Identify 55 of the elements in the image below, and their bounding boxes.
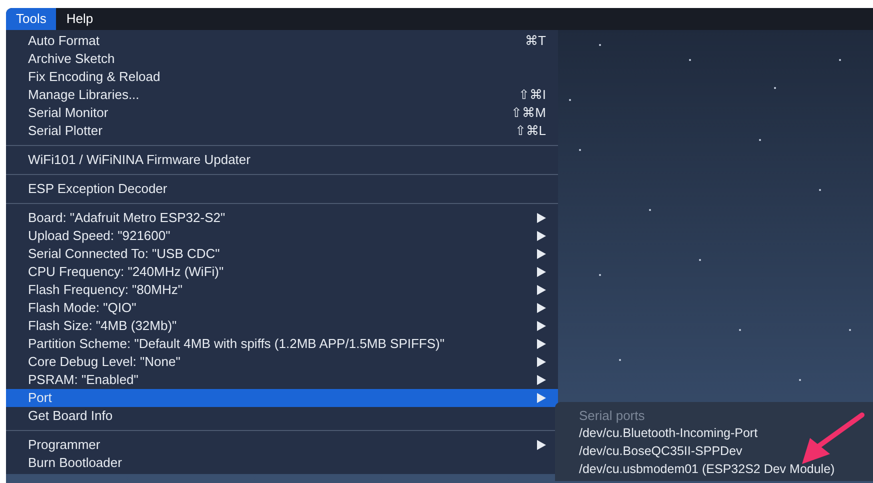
menu-item[interactable]: ESP Exception Decoder <box>6 180 558 198</box>
menu-item[interactable]: Serial Connected To: "USB CDC" <box>6 245 558 263</box>
menu-item[interactable]: Board: "Adafruit Metro ESP32-S2" <box>6 209 558 227</box>
menu-item[interactable]: Manage Libraries... ⇧⌘I <box>6 86 558 104</box>
menu-item[interactable]: Burn Bootloader <box>6 454 558 472</box>
shortcut-label: ⌘T <box>525 32 546 50</box>
menu-item-label: Flash Size: "4MB (32Mb)" <box>28 317 178 336</box>
menu-item-label: Board: "Adafruit Metro ESP32-S2" <box>28 209 226 228</box>
menu-item[interactable]: Fix Encoding & Reload <box>6 68 558 86</box>
shortcut-label: ⇧⌘I <box>518 86 546 104</box>
menu-item-label: Serial Monitor <box>28 104 110 122</box>
menu-item[interactable]: Serial Plotter ⇧⌘L <box>6 122 558 140</box>
menu-item[interactable]: Core Debug Level: "None" <box>6 353 558 371</box>
menu-item[interactable]: Flash Size: "4MB (32Mb)" <box>6 317 558 335</box>
menu-item[interactable]: Partition Scheme: "Default 4MB with spiffs (1.2MB APP/1.5MB SPIFFS)" <box>6 335 558 353</box>
menu-item-label: Get Board Info <box>28 407 114 426</box>
menu-item-label: Archive Sketch <box>28 50 116 68</box>
menu-item[interactable]: CPU Frequency: "240MHz (WiFi)" <box>6 263 558 281</box>
menu-item-label: Partition Scheme: "Default 4MB with spiffs (1.2MB APP/1.5MB SPIFFS)" <box>28 335 446 354</box>
submenu-header: Serial ports <box>579 407 646 424</box>
menu-item[interactable]: PSRAM: "Enabled" <box>6 371 558 389</box>
menu-bar-item[interactable]: Tools <box>6 8 56 30</box>
menu-item-label: WiFi101 / WiFiNINA Firmware Updater <box>28 151 252 170</box>
menu-item[interactable]: WiFi101 / WiFiNINA Firmware Updater <box>6 151 558 169</box>
menu-item[interactable]: Port <box>6 389 558 407</box>
shortcut-label: ⇧⌘M <box>511 104 546 122</box>
pointer-arrow-drawing <box>800 412 866 466</box>
serial-device-entry[interactable]: /dev/cu.Bluetooth-Incoming-Port <box>579 424 873 442</box>
menu-item-label: ESP Exception Decoder <box>28 180 168 198</box>
menu-item[interactable]: Programmer <box>6 436 558 454</box>
menu-item-label: Port <box>28 389 53 408</box>
shortcut-label: ⇧⌘L <box>514 122 546 140</box>
menu-item[interactable]: Serial Monitor ⇧⌘M <box>6 104 558 122</box>
menu-item-label: PSRAM: "Enabled" <box>28 371 140 390</box>
menu-item-label: Programmer <box>28 436 102 454</box>
menu-item[interactable]: Flash Mode: "QIO" <box>6 299 558 317</box>
menu-item[interactable]: Auto Format ⌘T <box>6 32 558 50</box>
menu-item[interactable]: Archive Sketch <box>6 50 558 68</box>
menu-item-label: Fix Encoding & Reload <box>28 68 162 86</box>
menu-item-label: Manage Libraries... <box>28 86 140 104</box>
menu-item-label: Auto Format <box>28 32 101 50</box>
menu-item-label: Flash Frequency: "80MHz" <box>28 281 184 300</box>
menu-item[interactable]: Flash Frequency: "80MHz" <box>6 281 558 299</box>
menu-item-label: CPU Frequency: "240MHz (WiFi)" <box>28 263 225 282</box>
menu-item-label: Flash Mode: "QIO" <box>28 299 138 318</box>
menu-item-label: Serial Connected To: "USB CDC" <box>28 245 221 264</box>
menu-bar-item[interactable]: Help <box>56 8 104 30</box>
serial-device-entry[interactable]: /dev/cu.BoseQC35II-SPPDev <box>579 442 873 460</box>
menu-item-label: Burn Bootloader <box>28 454 123 472</box>
menu-item-label: Core Debug Level: "None" <box>28 353 182 372</box>
menu-item-label: Upload Speed: "921600" <box>28 227 172 246</box>
serial-device-entry[interactable]: /dev/cu.usbmodem01 (ESP32S2 Dev Module) <box>579 460 873 478</box>
menu-item[interactable]: Upload Speed: "921600" <box>6 227 558 245</box>
menu-item-label: Serial Plotter <box>28 122 104 140</box>
menu-item[interactable]: Get Board Info <box>6 407 558 425</box>
